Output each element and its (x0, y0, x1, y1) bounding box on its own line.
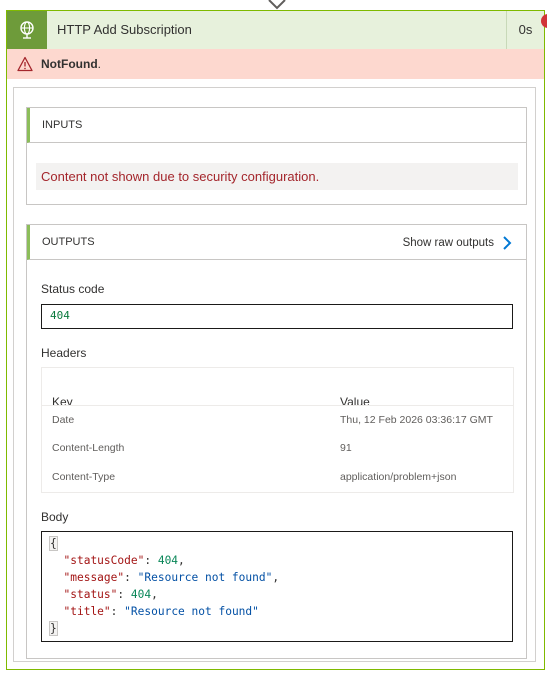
outputs-section: OUTPUTS Show raw outputs Status code 404… (26, 224, 527, 659)
inputs-security-message: Content not shown due to security config… (36, 163, 518, 190)
error-message: NotFound. (41, 57, 101, 71)
json-line: "title": "Resource not found" (63, 605, 259, 618)
warning-triangle-icon (17, 56, 33, 72)
error-code: NotFound (41, 57, 98, 71)
body-json-viewer[interactable]: { "statusCode": 404, "message": "Resourc… (41, 531, 513, 642)
error-suffix: . (97, 57, 101, 71)
inputs-section: INPUTS Content not shown due to security… (26, 107, 527, 205)
show-raw-outputs-label: Show raw outputs (402, 236, 494, 249)
table-row: Date Thu, 12 Feb 2026 03:36:17 GMT (42, 405, 513, 434)
header-key: Date (52, 414, 75, 426)
body-label: Body (41, 510, 69, 524)
headers-table[interactable]: Key Value Date Thu, 12 Feb 2026 03:36:17… (41, 367, 514, 493)
header-value: 91 (340, 442, 352, 454)
outputs-header: OUTPUTS Show raw outputs (27, 225, 526, 260)
inputs-title: INPUTS (42, 119, 83, 131)
table-row: Content-Type application/problem+json (42, 463, 513, 492)
chevron-right-icon (503, 235, 512, 250)
show-raw-outputs-link[interactable]: Show raw outputs (403, 225, 512, 260)
json-line: "status": 404, (63, 588, 158, 601)
status-code-value[interactable]: 404 (41, 304, 513, 329)
header-key: Content-Type (52, 471, 116, 483)
action-card: HTTP Add Subscription 0s ! NotFound. INP… (6, 10, 547, 670)
json-close-brace: } (49, 621, 58, 636)
outputs-title: OUTPUTS (42, 236, 95, 248)
action-duration: 0s (506, 11, 544, 49)
inputs-header[interactable]: INPUTS (27, 108, 526, 143)
status-code-label: Status code (41, 282, 105, 296)
details-panel: INPUTS Content not shown due to security… (13, 87, 536, 662)
json-line: "statusCode": 404, (63, 554, 185, 567)
json-line: "message": "Resource not found", (63, 571, 280, 584)
action-header[interactable]: HTTP Add Subscription 0s (7, 11, 544, 49)
header-key: Content-Length (52, 442, 125, 454)
json-open-brace: { (49, 536, 58, 551)
action-title: HTTP Add Subscription (57, 22, 192, 37)
header-value: Thu, 12 Feb 2026 03:36:17 GMT (340, 414, 493, 426)
table-row: Content-Length 91 (42, 434, 513, 463)
error-banner: NotFound. (7, 49, 544, 79)
connector-arrow-icon (268, 0, 286, 10)
headers-label: Headers (41, 346, 87, 360)
globe-icon (7, 11, 47, 49)
header-value: application/problem+json (340, 471, 457, 483)
